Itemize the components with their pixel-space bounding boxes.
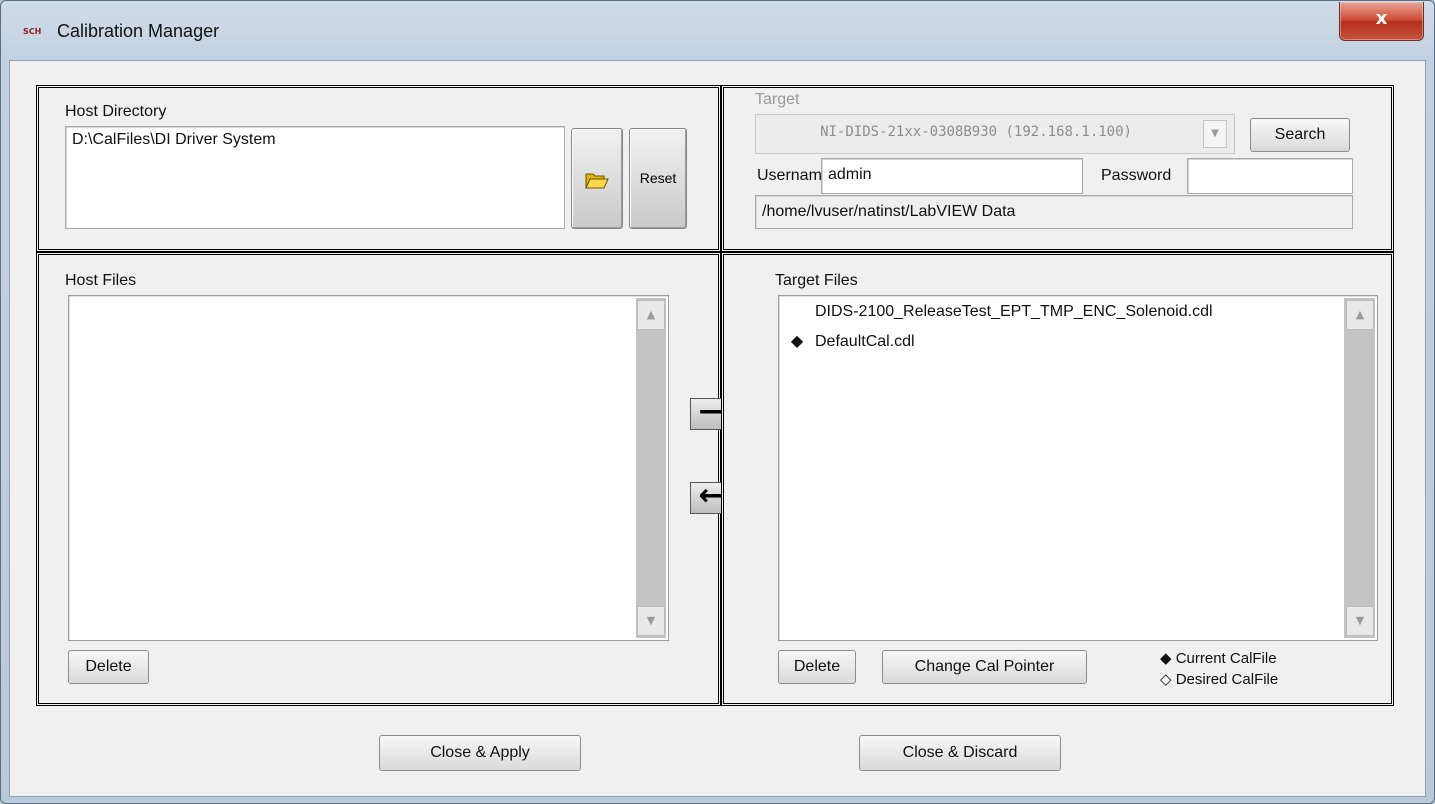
host-delete-button[interactable]: Delete: [68, 650, 149, 684]
scroll-up-icon[interactable]: ▲: [1346, 300, 1374, 330]
scroll-up-icon[interactable]: ▲: [637, 300, 665, 330]
target-files-panel: Target Files DIDS-2100_ReleaseTest_EPT_T…: [721, 252, 1394, 706]
legend-desired-calfile: ◇ Desired CalFile: [1160, 671, 1279, 688]
browse-folder-button[interactable]: [571, 128, 623, 229]
host-directory-path-field[interactable]: D:\CalFiles\DI Driver System: [65, 126, 565, 229]
close-discard-button[interactable]: Close & Discard: [859, 735, 1061, 771]
target-files-scrollbar[interactable]: ▲ ▼: [1344, 298, 1375, 638]
chevron-down-icon[interactable]: ▼: [1203, 120, 1227, 148]
list-item[interactable]: DIDS-2100_ReleaseTest_EPT_TMP_ENC_Soleno…: [779, 303, 1339, 321]
list-item[interactable]: ◆ DefaultCal.cdl: [779, 331, 1339, 351]
window-title: Calibration Manager: [57, 21, 220, 41]
reset-button[interactable]: Reset: [629, 128, 687, 229]
change-cal-pointer-button[interactable]: Change Cal Pointer: [882, 650, 1087, 684]
scroll-down-icon[interactable]: ▼: [1346, 606, 1374, 636]
remote-path-field: /home/lvuser/natinst/LabVIEW Data: [755, 195, 1353, 229]
calibration-manager-window: SCH Calibration Manager x Host Directory…: [0, 0, 1435, 804]
app-logo-icon: SCH: [23, 27, 42, 36]
host-directory-panel: Host Directory D:\CalFiles\DI Driver Sys…: [36, 85, 721, 252]
file-name: DIDS-2100_ReleaseTest_EPT_TMP_ENC_Soleno…: [815, 303, 1213, 320]
reset-label: Reset: [639, 170, 677, 186]
close-window-button[interactable]: x: [1339, 2, 1424, 41]
host-directory-label: Host Directory: [65, 103, 167, 120]
target-delete-button[interactable]: Delete: [778, 650, 856, 684]
search-button[interactable]: Search: [1250, 118, 1350, 152]
close-apply-button[interactable]: Close & Apply: [379, 735, 581, 771]
target-label: Target: [755, 91, 800, 108]
username-field[interactable]: admin: [821, 158, 1083, 194]
title-bar[interactable]: SCH Calibration Manager x: [1, 1, 1434, 61]
dialog-content: Host Directory D:\CalFiles\DI Driver Sys…: [9, 60, 1426, 797]
username-label: Username: [757, 167, 831, 184]
folder-open-icon: [585, 173, 609, 189]
password-field[interactable]: [1187, 158, 1353, 194]
host-files-panel: Host Files ▲ ▼ Delete: [36, 252, 721, 706]
target-files-list[interactable]: DIDS-2100_ReleaseTest_EPT_TMP_ENC_Soleno…: [778, 295, 1378, 641]
scroll-down-icon[interactable]: ▼: [637, 606, 665, 636]
target-select[interactable]: NI-DIDS-21xx-0308B930 (192.168.1.100) ▼: [755, 114, 1235, 154]
target-panel: Target NI-DIDS-21xx-0308B930 (192.168.1.…: [721, 85, 1394, 252]
legend-current-calfile: ◆ Current CalFile: [1160, 650, 1277, 667]
target-files-label: Target Files: [775, 272, 858, 289]
file-name: DefaultCal.cdl: [815, 333, 915, 350]
password-label: Password: [1101, 167, 1172, 184]
host-files-scrollbar[interactable]: ▲ ▼: [636, 298, 666, 638]
current-calfile-icon: ◆: [790, 333, 804, 350]
target-selected-value: NI-DIDS-21xx-0308B930 (192.168.1.100): [820, 124, 1132, 140]
host-files-list[interactable]: ▲ ▼: [68, 295, 669, 641]
host-files-label: Host Files: [65, 272, 137, 289]
